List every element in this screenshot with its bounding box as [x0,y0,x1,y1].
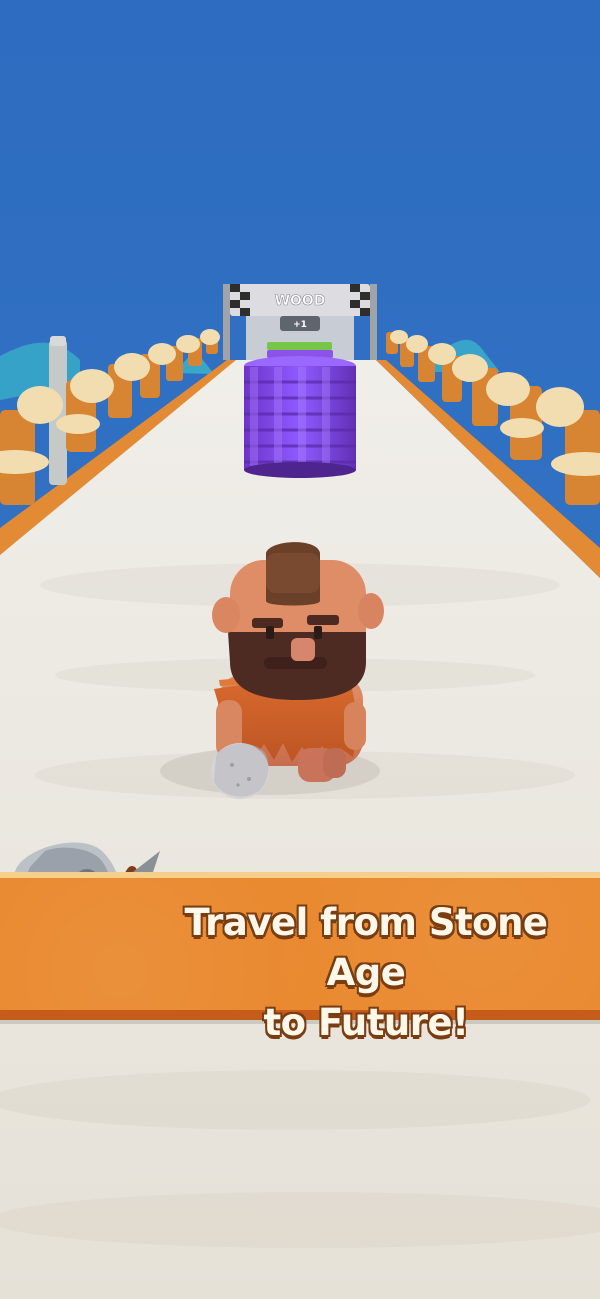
purple-resource-stack [244,356,356,478]
gate-label: WOOD [275,293,326,309]
rock [211,743,269,799]
game-scene: WOOD +1 [0,0,600,1299]
stack-progress-bar-top [267,342,332,350]
tagline-line-1: Travel from Stone Age [184,901,548,994]
gate-counter: +1 [293,320,307,330]
road [0,360,600,1299]
tagline-line-2: to Future! [263,1001,469,1044]
promo-tagline: Travel from Stone Age to Future! [150,898,582,1048]
